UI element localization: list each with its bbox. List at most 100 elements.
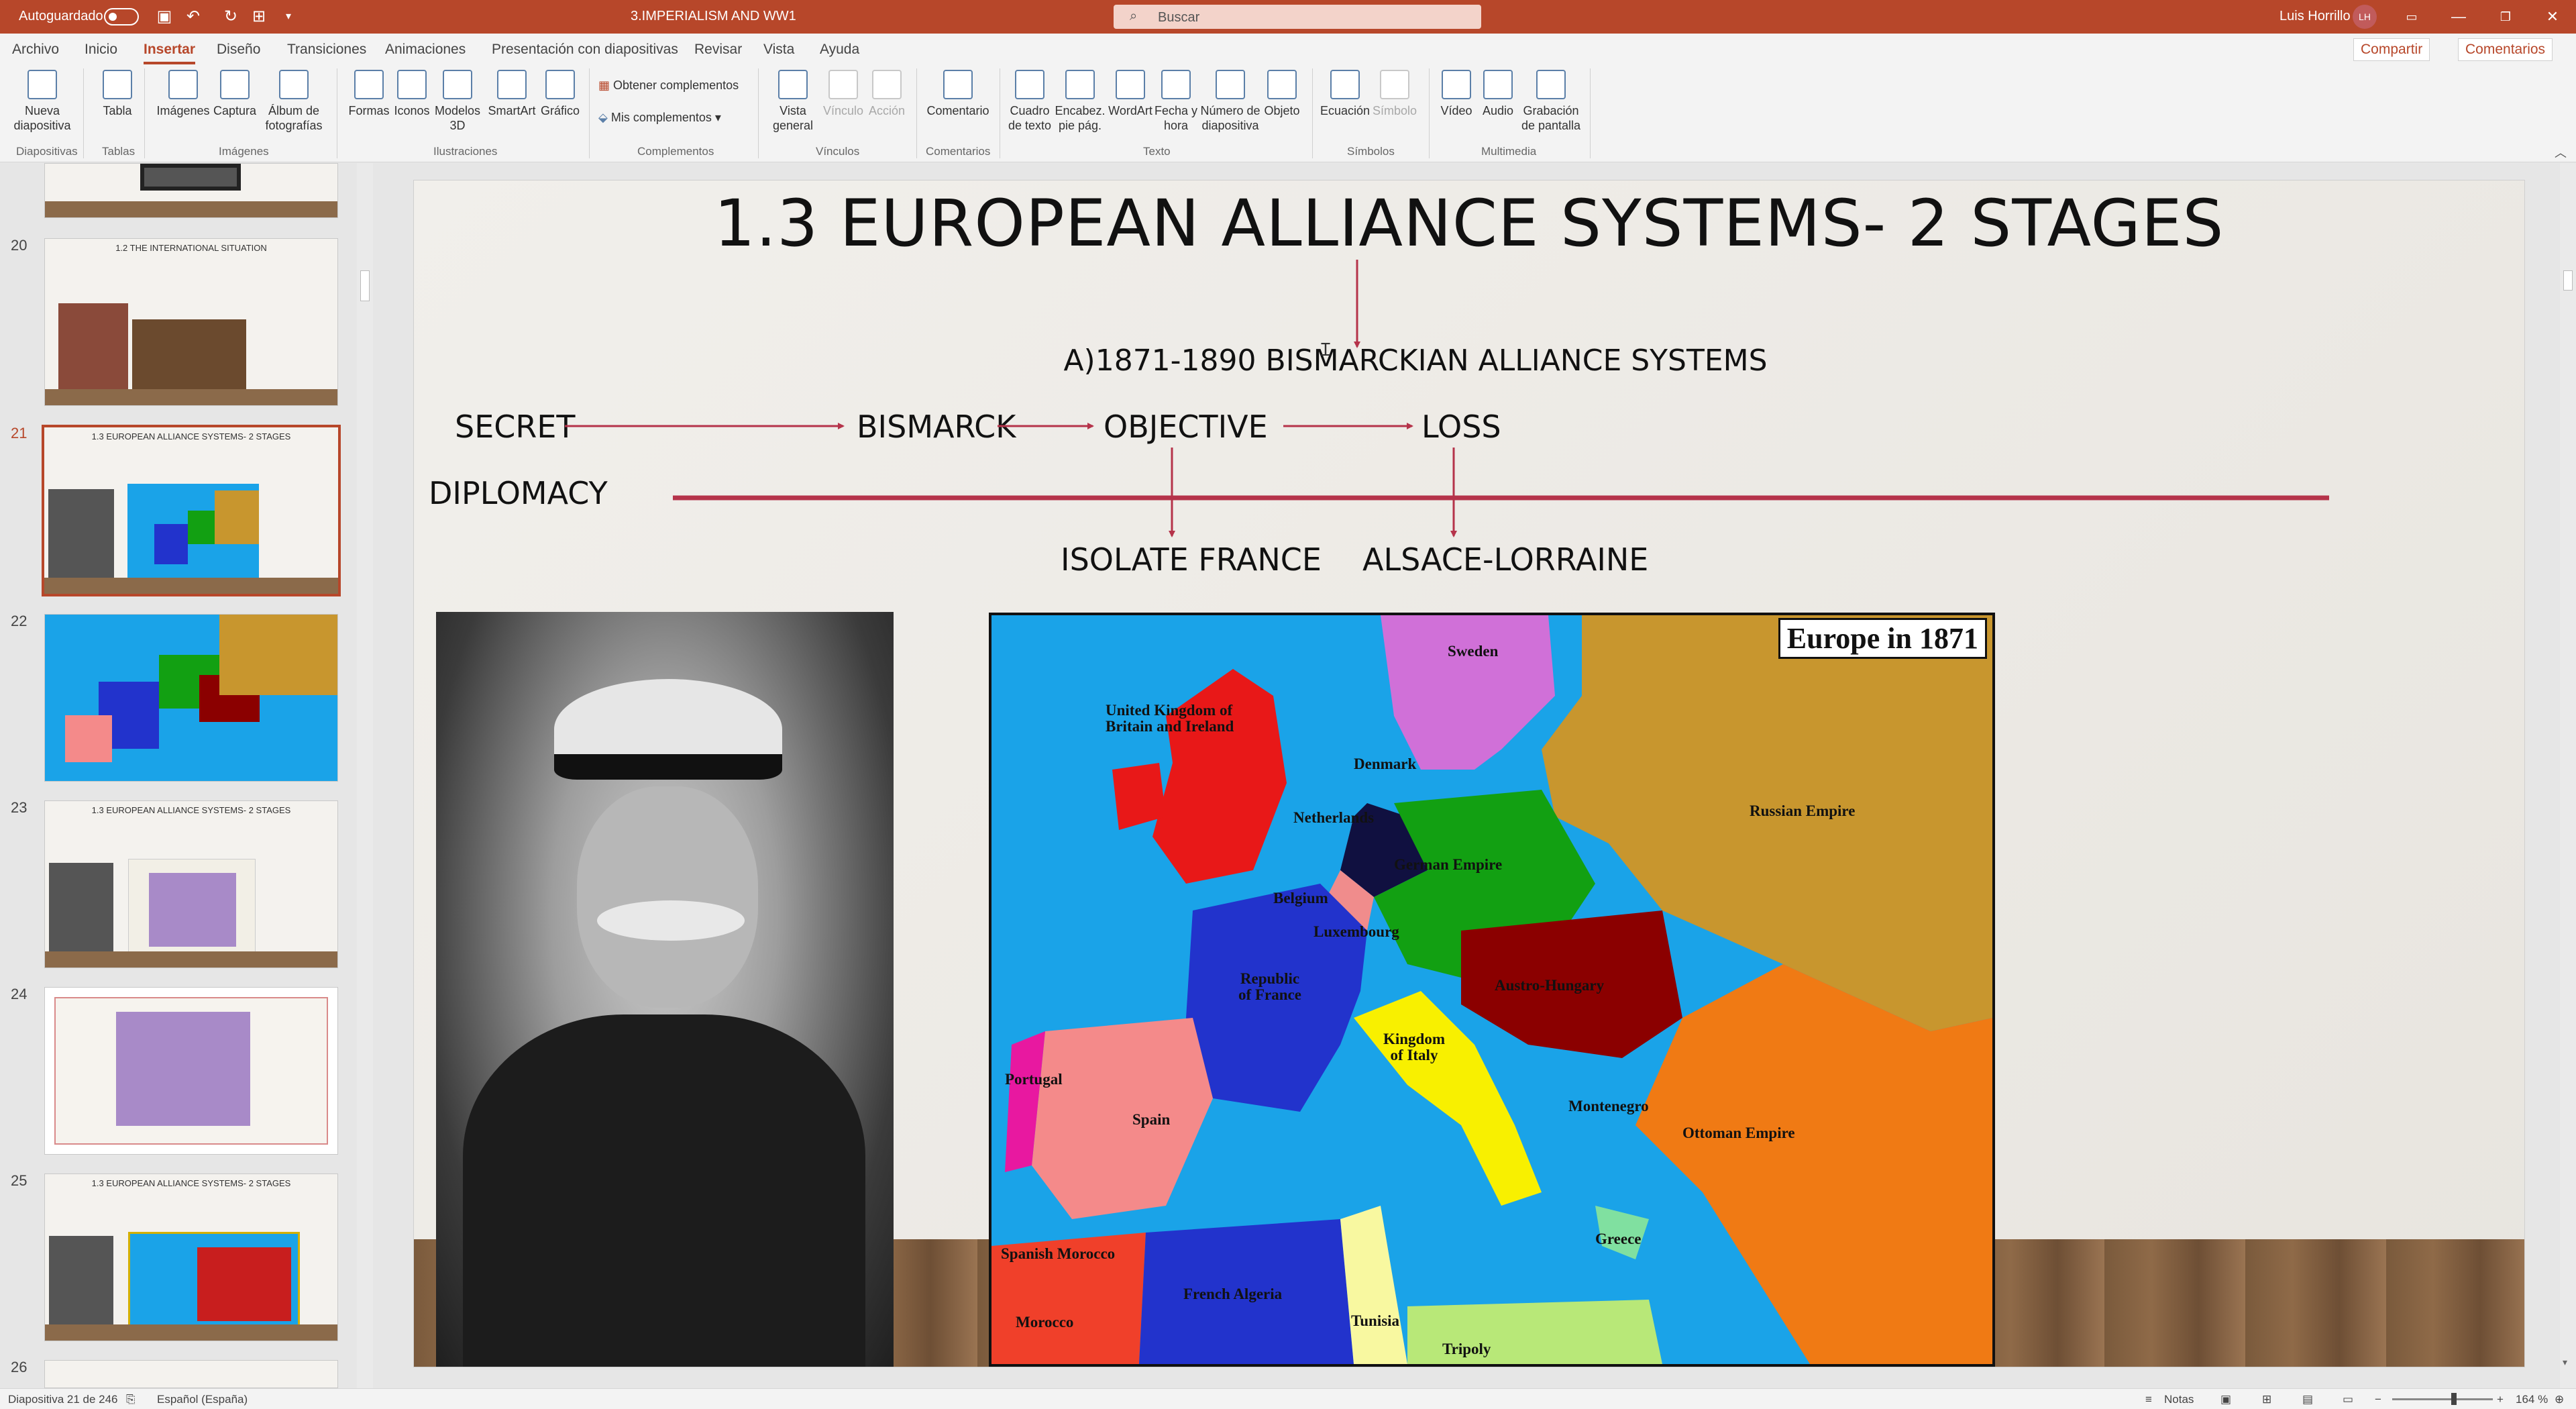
zoom-level[interactable]: 164 % [2516, 1393, 2548, 1406]
action-button[interactable]: Acción [860, 70, 914, 118]
images-button[interactable]: Imágenes [153, 70, 213, 118]
zoom-slider[interactable] [2392, 1393, 2493, 1405]
map-label-morocco: Morocco [1016, 1314, 1074, 1330]
notes-button[interactable]: Notas [2164, 1393, 2194, 1406]
slide-thumbnail-20[interactable]: 1.2 THE INTERNATIONAL SITUATION [44, 238, 338, 406]
zoom-slider-thumb[interactable] [2451, 1393, 2457, 1405]
notes-icon[interactable]: ≡ [2145, 1393, 2152, 1406]
header-footer-button[interactable]: Encabez. pie pág. [1055, 70, 1106, 133]
slide-thumbnail-26[interactable] [44, 1360, 338, 1388]
slide-thumbnail-23[interactable]: 1.3 EUROPEAN ALLIANCE SYSTEMS- 2 STAGES [44, 800, 338, 968]
slide-thumbnail-22[interactable] [44, 614, 338, 782]
scrollbar-thumb[interactable] [360, 270, 370, 301]
tab-insertar[interactable]: Insertar [144, 42, 196, 64]
header-footer-icon [1065, 70, 1095, 99]
tab-animaciones[interactable]: Animaciones [385, 42, 466, 58]
reading-view-icon[interactable]: ▤ [2302, 1393, 2313, 1406]
3d-models-button[interactable]: Modelos 3D [429, 70, 486, 133]
portrait-moustache [597, 900, 745, 941]
redo-icon[interactable]: ↻ [220, 6, 241, 28]
tab-presentacion[interactable]: Presentación con diapositivas [492, 42, 678, 58]
thumbnail-map-region [215, 490, 259, 544]
link-label: Vínculo [822, 104, 864, 117]
table-button[interactable]: Tabla [94, 70, 141, 118]
tab-transiciones[interactable]: Transiciones [287, 42, 366, 58]
photo-album-button[interactable]: Álbum de fotografías [260, 70, 327, 133]
zoom-out-icon[interactable]: − [2375, 1393, 2381, 1406]
group-divider [758, 68, 759, 158]
tab-archivo[interactable]: Archivo [12, 42, 59, 58]
slide-number: 23 [11, 799, 28, 816]
scrollbar-thumb[interactable] [2563, 270, 2573, 291]
slide-thumbnail-21-selected[interactable]: 1.3 EUROPEAN ALLIANCE SYSTEMS- 2 STAGES [42, 425, 341, 596]
slide-number-icon [1216, 70, 1245, 99]
document-title[interactable]: 3.IMPERIALISM AND WW1 [631, 9, 796, 24]
tab-ayuda[interactable]: Ayuda [820, 42, 859, 58]
audio-button[interactable]: Audio [1474, 70, 1521, 118]
slide-scrollbar[interactable]: ▾ [2560, 163, 2576, 1388]
date-time-label: Fecha y hora [1154, 104, 1198, 132]
slide-thumbnail-25[interactable]: 1.3 EUROPEAN ALLIANCE SYSTEMS- 2 STAGES [44, 1173, 338, 1341]
slide-thumbnail-19[interactable] [44, 163, 338, 218]
screenshot-button[interactable]: Captura [208, 70, 262, 118]
icons-label: Iconos [394, 104, 430, 117]
chart-button[interactable]: Gráfico [535, 70, 585, 118]
tab-diseno[interactable]: Diseño [217, 42, 260, 58]
comments-button[interactable]: Comentarios [2458, 38, 2553, 61]
europe-1871-map-image[interactable]: Europe in 1871 Sweden United Kingdom of … [989, 613, 1995, 1367]
thumbnail-floor [45, 389, 337, 405]
wordart-button[interactable]: WordArt [1104, 70, 1157, 118]
comment-label: Comentario [926, 104, 989, 117]
text-box-button[interactable]: Cuadro de texto [1005, 70, 1055, 133]
spellcheck-icon[interactable]: ⎘ [126, 1393, 136, 1406]
language-indicator[interactable]: Español (España) [157, 1393, 248, 1406]
undo-icon[interactable]: ↶ [182, 6, 204, 28]
slide-sorter-icon[interactable]: ⊞ [2262, 1393, 2271, 1406]
screen-recording-button[interactable]: Grabación de pantalla [1519, 70, 1583, 133]
text-cursor-icon: Ｉ [1317, 340, 1335, 360]
slide-thumbnail-24[interactable] [44, 987, 338, 1155]
present-icon[interactable]: ⊞ [248, 6, 270, 28]
user-name[interactable]: Luis Horrillo [2279, 9, 2351, 24]
object-button[interactable]: Objeto [1257, 70, 1307, 118]
slide-number-button[interactable]: Número de diapositiva [1195, 70, 1265, 133]
zoom-label: Vista general [772, 104, 814, 132]
date-time-button[interactable]: Fecha y hora [1152, 70, 1199, 133]
group-divider [1590, 68, 1591, 158]
restore-icon[interactable]: ❐ [2482, 0, 2529, 34]
slideshow-icon[interactable]: ▭ [2343, 1393, 2353, 1406]
video-button[interactable]: Vídeo [1434, 70, 1479, 118]
ribbon-display-icon[interactable]: ▭ [2388, 0, 2435, 34]
minimize-icon[interactable]: — [2435, 0, 2482, 34]
calendar-icon [1161, 70, 1191, 99]
new-slide-button[interactable]: Nueva diapositiva [5, 70, 79, 133]
avatar[interactable]: LH [2353, 5, 2377, 29]
bismarck-portrait-image[interactable] [436, 612, 894, 1367]
normal-view-icon[interactable]: ▣ [2220, 1393, 2231, 1406]
fit-to-window-icon[interactable]: ⊕ [2555, 1393, 2564, 1406]
map-label-tunisia: Tunisia [1351, 1312, 1400, 1329]
comment-button[interactable]: Comentario [923, 70, 993, 118]
my-addins-button[interactable]: ⬙ Mis complementos ▾ [598, 110, 721, 125]
get-addins-button[interactable]: ▦ Obtener complementos [598, 78, 739, 93]
symbol-button[interactable]: Símbolo [1364, 70, 1425, 118]
slide-number: 20 [11, 237, 28, 254]
thumbnail-scrollbar[interactable] [357, 163, 373, 1388]
save-icon[interactable]: ▣ [154, 6, 175, 28]
shapes-button[interactable]: Formas [343, 70, 394, 118]
tab-vista[interactable]: Vista [763, 42, 794, 58]
share-button[interactable]: Compartir [2353, 38, 2430, 61]
close-icon[interactable]: ✕ [2529, 0, 2576, 34]
slide-number: 26 [11, 1359, 28, 1375]
tab-inicio[interactable]: Inicio [85, 42, 117, 58]
customize-toolbar-icon[interactable]: ▾ [278, 6, 299, 28]
slide-canvas[interactable]: 1.3 EUROPEAN ALLIANCE SYSTEMS- 2 STAGES … [413, 180, 2525, 1367]
zoom-button[interactable]: Vista general [765, 70, 821, 133]
scroll-down-icon[interactable]: ▾ [2563, 1357, 2567, 1368]
smartart-button[interactable]: SmartArt [483, 70, 541, 118]
zoom-in-icon[interactable]: + [2497, 1393, 2504, 1406]
search-box[interactable]: ⌕ Buscar [1114, 5, 1481, 29]
autosave-toggle[interactable] [104, 8, 139, 25]
collapse-ribbon-icon[interactable]: ︿ [2555, 144, 2567, 161]
tab-revisar[interactable]: Revisar [694, 42, 742, 58]
